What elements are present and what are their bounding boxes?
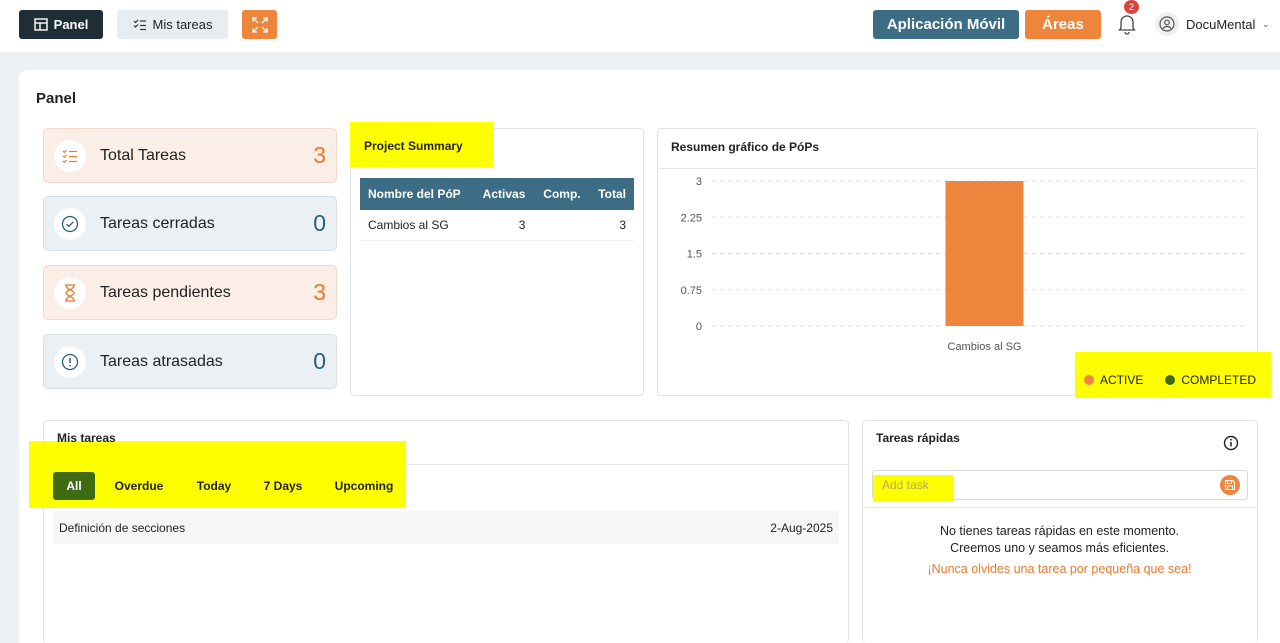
top-bar: Panel Mis tareas Aplicación Móvil Áreas … <box>0 0 1280 52</box>
empty-line-1: No tienes tareas rápidas en este momento… <box>939 524 1180 538</box>
legend-dot-active <box>1084 375 1094 385</box>
legend-label-active[interactable]: ACTIVE <box>1100 373 1143 387</box>
user-icon <box>1159 16 1175 32</box>
checklist-icon <box>133 19 146 30</box>
bell-icon[interactable] <box>1117 13 1137 35</box>
stat-label: Tareas pendientes <box>100 283 231 301</box>
list-item[interactable]: Definición de secciones 2-Aug-2025 <box>53 511 839 544</box>
my-tasks-button-label: Mis tareas <box>152 17 213 32</box>
legend-dot-completed <box>1165 375 1176 385</box>
tab-all[interactable]: All <box>53 472 95 500</box>
y-tick-label: 1.5 <box>687 249 702 261</box>
chart-card-title: Resumen gráfico de PóPs <box>671 140 820 154</box>
quick-tasks-empty-message: No tienes tareas rápidas en este momento… <box>863 523 1256 557</box>
stat-label: Tareas cerradas <box>100 214 215 232</box>
stat-closed-tasks[interactable]: Tareas cerradas 0 <box>43 196 337 251</box>
y-tick-label: 0.75 <box>681 285 702 297</box>
task-name: Definición de secciones <box>59 520 186 535</box>
y-tick-label: 0 <box>696 321 702 333</box>
save-icon <box>1224 479 1236 491</box>
stat-overdue-tasks[interactable]: Tareas atrasadas 0 <box>43 334 337 389</box>
my-tasks-button[interactable]: Mis tareas <box>117 10 228 39</box>
col-completed: Comp. <box>533 178 589 210</box>
tab-7-days[interactable]: 7 Days <box>255 472 311 500</box>
tab-upcoming[interactable]: Upcoming <box>326 472 402 500</box>
hourglass-icon <box>54 276 86 309</box>
dashboard-icon <box>33 18 48 31</box>
x-tick-label: Cambios al SG <box>948 341 1022 353</box>
page-title: Panel <box>36 90 77 107</box>
empty-line-2: Creemos uno y seamos más eficientes. <box>950 541 1169 555</box>
table-row: Cambios al SG 3 3 <box>360 210 634 241</box>
bar-active <box>945 181 1024 326</box>
chart-card-header: Resumen gráfico de PóPs <box>658 129 1257 169</box>
stat-value: 3 <box>313 142 326 168</box>
alert-circle-icon <box>54 345 86 378</box>
stat-value: 0 <box>313 210 326 236</box>
table-header-row: Nombre del PóP Activas Comp. Total <box>360 178 634 210</box>
task-date: 2-Aug-2025 <box>770 520 833 535</box>
expand-icon <box>251 16 268 33</box>
stat-pending-tasks[interactable]: Tareas pendientes 3 <box>43 265 337 320</box>
notification-badge: 2 <box>1124 0 1139 14</box>
col-total: Total <box>588 178 634 210</box>
cell-total: 3 <box>588 210 634 241</box>
mobile-app-button[interactable]: Aplicación Móvil <box>873 10 1019 39</box>
tab-overdue[interactable]: Overdue <box>105 472 173 500</box>
quick-tasks-title: Tareas rápidas <box>876 431 960 445</box>
project-link[interactable]: Cambios al SG <box>360 210 473 241</box>
save-task-button[interactable] <box>1220 475 1240 495</box>
panel-button-label: Panel <box>53 17 89 32</box>
tab-today[interactable]: Today <box>187 472 241 500</box>
stat-value: 3 <box>313 279 326 305</box>
divider <box>863 507 1257 508</box>
avatar[interactable] <box>1155 12 1179 36</box>
info-icon[interactable] <box>1223 435 1239 451</box>
quick-tasks-hint: ¡Nunca olvides una tarea por pequeña que… <box>927 562 1192 576</box>
project-summary-title: Project Summary <box>364 139 463 153</box>
add-task-input[interactable] <box>872 470 1248 500</box>
panel-button[interactable]: Panel <box>19 10 103 39</box>
task-list-icon <box>54 139 86 172</box>
y-tick-label: 3 <box>696 176 702 188</box>
stat-label: Tareas atrasadas <box>100 352 223 370</box>
project-summary-card <box>350 128 644 396</box>
legend: ACTIVE COMPLETED <box>1084 373 1256 387</box>
project-summary-table: Nombre del PóP Activas Comp. Total Cambi… <box>360 178 634 241</box>
cell-completed <box>533 210 589 241</box>
stat-label: Total Tareas <box>100 146 186 164</box>
fullscreen-button[interactable] <box>242 10 277 39</box>
y-tick-label: 2.25 <box>681 212 702 224</box>
stat-value: 0 <box>313 348 326 374</box>
stat-total-tasks[interactable]: Total Tareas 3 <box>43 128 337 183</box>
check-circle-icon <box>54 207 86 240</box>
legend-label-completed[interactable]: COMPLETED <box>1181 373 1256 387</box>
chevron-down-icon[interactable]: ⌄ <box>1262 19 1270 30</box>
areas-button[interactable]: Áreas <box>1025 10 1101 39</box>
user-name[interactable]: DocuMental <box>1186 17 1255 32</box>
my-tasks-title: Mis tareas <box>57 431 116 445</box>
col-project-name: Nombre del PóP <box>360 178 473 210</box>
col-active: Activas <box>472 178 534 210</box>
cell-active: 3 <box>472 210 534 241</box>
